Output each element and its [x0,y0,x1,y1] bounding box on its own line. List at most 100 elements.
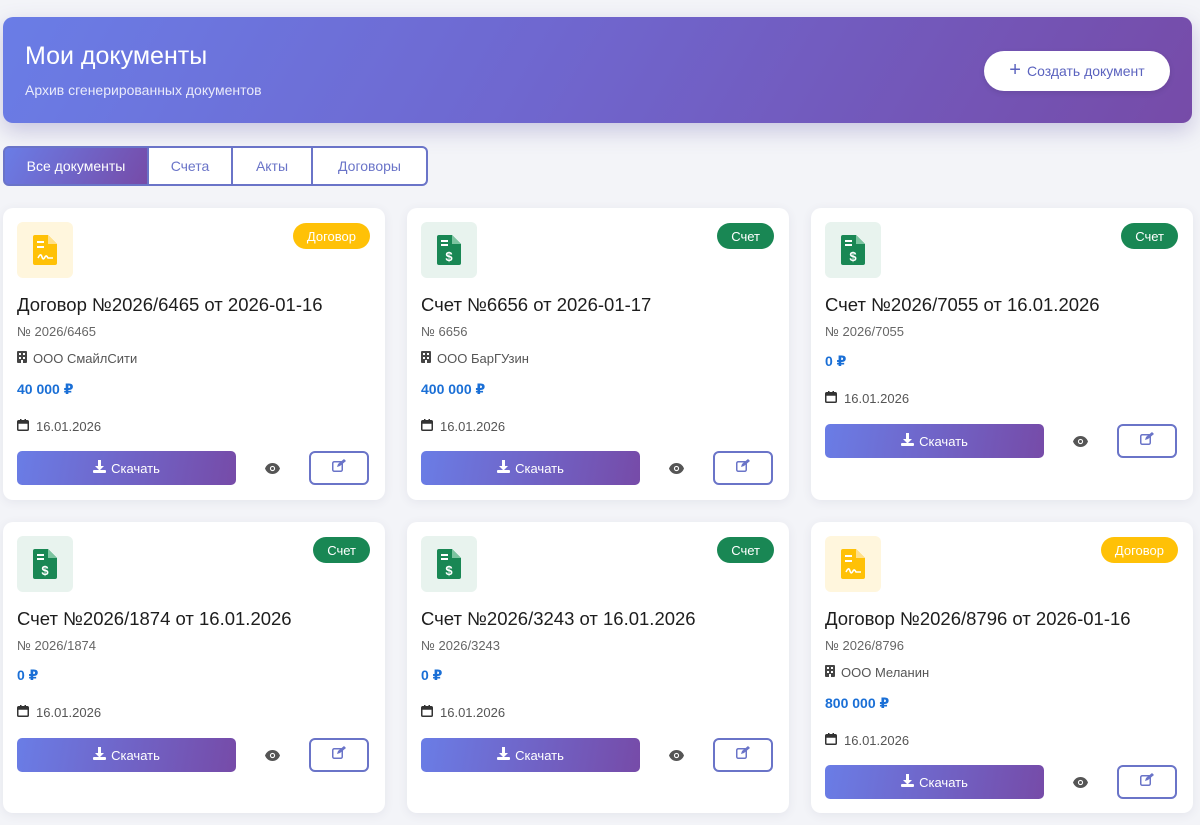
edit-button[interactable] [309,451,369,485]
date-value: 16.01.2026 [440,705,506,720]
document-date: 16.01.2026 [421,419,505,434]
svg-text:$: $ [41,563,49,578]
document-amount: 0 ₽ [421,667,443,683]
download-label: Скачать [515,460,564,476]
download-icon [901,433,915,449]
view-eye-icon[interactable] [261,457,283,479]
document-title: Счет №2026/3243 от 16.01.2026 [421,608,696,629]
document-date: 16.01.2026 [825,733,909,748]
document-card: $ Счет Счет №2026/1874 от 16.01.2026 № 2… [3,522,385,813]
download-label: Скачать [111,460,160,476]
download-button[interactable]: Скачать [421,738,640,772]
organization-name: ООО БарГУзин [437,351,529,366]
document-title: Счет №6656 от 2026-01-17 [421,294,652,315]
date-value: 16.01.2026 [844,391,910,406]
edit-button[interactable] [309,738,369,772]
edit-button[interactable] [713,451,773,485]
calendar-icon [17,419,29,434]
create-document-label: Создать документ [1026,63,1145,79]
document-amount: 400 000 ₽ [421,381,486,397]
edit-button[interactable] [1117,424,1177,458]
document-amount: 0 ₽ [17,667,39,683]
download-icon [93,460,107,476]
organization-name: ООО СмайлСити [33,351,138,366]
building-icon [825,665,835,680]
download-icon [901,774,915,790]
document-amount: 40 000 ₽ [17,381,74,397]
download-icon [497,747,511,763]
file-invoice-dollar-icon: $ [421,222,477,278]
edit-button[interactable] [1117,765,1177,799]
document-type-badge: Счет [717,223,774,249]
tab-acts[interactable]: Акты [233,146,313,186]
page-header: Мои документы Архив сгенерированных доку… [3,17,1192,123]
file-invoice-dollar-icon: $ [17,536,73,592]
document-title: Счет №2026/1874 от 16.01.2026 [17,608,292,629]
document-title: Счет №2026/7055 от 16.01.2026 [825,294,1100,315]
date-value: 16.01.2026 [36,419,102,434]
svg-text:$: $ [445,249,453,264]
download-icon [93,747,107,763]
document-type-tabs: Все документы Счета Акты Договоры [3,146,428,186]
calendar-icon [17,705,29,720]
edit-button[interactable] [713,738,773,772]
calendar-icon [825,733,837,748]
download-icon [497,460,511,476]
file-invoice-dollar-icon: $ [421,536,477,592]
document-card: Договор Договор №2026/6465 от 2026-01-16… [3,208,385,500]
building-icon [421,351,431,366]
create-document-button[interactable]: + Создать документ [984,51,1170,91]
tab-invoices[interactable]: Счета [149,146,233,186]
svg-text:$: $ [445,563,453,578]
download-label: Скачать [111,747,160,763]
document-number: № 2026/8796 [825,638,905,653]
building-icon [17,351,27,366]
download-label: Скачать [515,747,564,763]
tab-all-documents[interactable]: Все документы [3,146,149,186]
view-eye-icon[interactable] [665,744,687,766]
view-eye-icon[interactable] [261,744,283,766]
view-eye-icon[interactable] [1069,430,1091,452]
document-type-badge: Счет [1121,223,1178,249]
document-card: $ Счет Счет №6656 от 2026-01-17 № 6656 О… [407,208,789,500]
document-type-badge: Счет [313,537,370,563]
download-button[interactable]: Скачать [825,765,1044,799]
tab-contracts[interactable]: Договоры [313,146,428,186]
download-button[interactable]: Скачать [825,424,1044,458]
view-eye-icon[interactable] [665,457,687,479]
document-number: № 2026/6465 [17,324,97,339]
document-card: $ Счет Счет №2026/3243 от 16.01.2026 № 2… [407,522,789,813]
date-value: 16.01.2026 [844,733,910,748]
edit-icon [1140,773,1154,791]
calendar-icon [421,419,433,434]
file-invoice-dollar-icon: $ [825,222,881,278]
download-label: Скачать [919,433,968,449]
edit-icon [736,459,750,477]
document-amount: 0 ₽ [825,353,847,369]
calendar-icon [421,705,433,720]
download-button[interactable]: Скачать [17,451,236,485]
organization: ООО СмайлСити [17,351,137,366]
document-date: 16.01.2026 [17,419,101,434]
document-type-badge: Счет [717,537,774,563]
document-amount: 800 000 ₽ [825,695,890,711]
download-button[interactable]: Скачать [17,738,236,772]
document-card: Договор Договор №2026/8796 от 2026-01-16… [811,522,1193,813]
svg-text:$: $ [849,249,857,264]
plus-icon: + [1009,59,1021,81]
edit-icon [332,459,346,477]
file-contract-icon [17,222,73,278]
document-card: $ Счет Счет №2026/7055 от 16.01.2026 № 2… [811,208,1193,500]
organization-name: ООО Меланин [841,665,930,680]
document-type-badge: Договор [1100,537,1178,563]
edit-icon [736,746,750,764]
document-number: № 2026/7055 [825,324,905,339]
date-value: 16.01.2026 [36,705,102,720]
document-title: Договор №2026/8796 от 2026-01-16 [825,608,1131,629]
document-number: № 6656 [421,324,468,339]
edit-icon [332,746,346,764]
view-eye-icon[interactable] [1069,771,1091,793]
document-type-badge: Договор [292,223,370,249]
download-button[interactable]: Скачать [421,451,640,485]
organization: ООО Меланин [825,665,929,680]
